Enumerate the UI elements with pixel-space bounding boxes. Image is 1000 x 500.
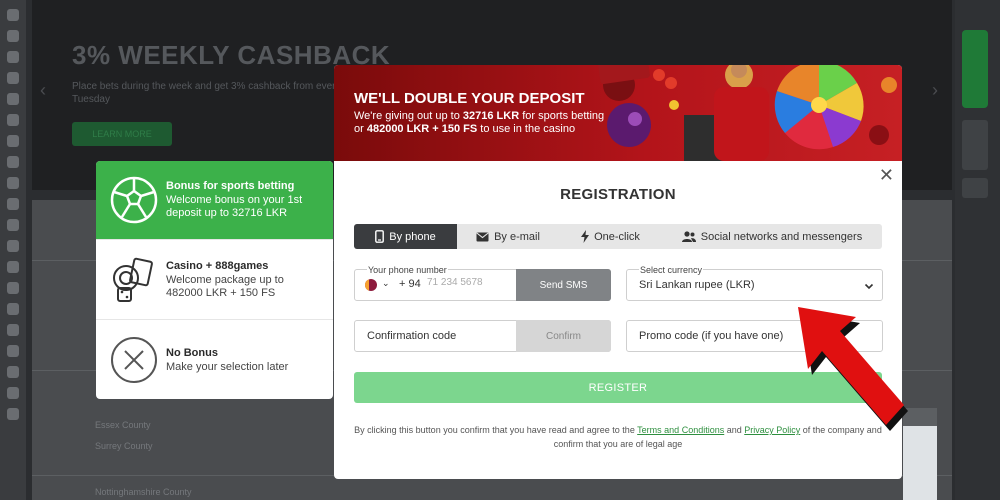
hero-artwork	[598, 65, 897, 161]
tab-label: One-click	[594, 230, 640, 243]
close-icon[interactable]: ✕	[879, 165, 894, 186]
baseball-icon[interactable]	[7, 366, 19, 378]
tab-one-click[interactable]: One-click	[559, 224, 662, 249]
casino-chips-icon	[109, 255, 159, 305]
cricket-icon[interactable]	[7, 219, 19, 231]
bonus-option-sports[interactable]: Bonus for sports betting Welcome bonus o…	[96, 161, 333, 240]
tab-social-networks[interactable]: Social networks and messengers	[662, 224, 882, 249]
volleyball-icon[interactable]	[7, 261, 19, 273]
sri-lanka-flag-icon[interactable]	[365, 279, 377, 291]
tab-label: By e-mail	[494, 230, 540, 243]
no-bonus-icon	[109, 335, 159, 385]
phone-field[interactable]: Your phone number ⌄ + 94 Send SMS	[354, 265, 611, 301]
registration-title: REGISTRATION	[560, 186, 676, 203]
tabletennis-icon[interactable]	[7, 282, 19, 294]
bonus-title: Casino + 888games	[166, 259, 269, 272]
phone-input[interactable]	[427, 277, 515, 288]
basketball-icon[interactable]	[7, 198, 19, 210]
hero-text-part: or	[354, 123, 367, 135]
star-icon[interactable]	[7, 51, 19, 63]
bonus-description: Make your selection later	[166, 360, 289, 373]
tab-label: Social networks and messengers	[700, 230, 863, 243]
bonus-description: Welcome package up to 482000 LKR + 150 F…	[166, 273, 284, 299]
send-sms-button[interactable]: Send SMS	[516, 269, 611, 301]
hero-banner: WE'LL DOUBLE YOUR DEPOSIT We're giving o…	[334, 65, 902, 161]
table-row[interactable]: Surrey County	[95, 441, 153, 451]
tab-label: By phone	[389, 230, 436, 243]
hero-text-part: We're giving out up to	[354, 110, 463, 122]
sports-icon[interactable]	[7, 93, 19, 105]
lightning-icon	[581, 230, 590, 243]
bonus-panel: Bonus for sports betting Welcome bonus o…	[96, 161, 333, 399]
tennis-icon[interactable]	[7, 177, 19, 189]
table-row[interactable]: Essex County	[95, 420, 151, 430]
phone-icon	[375, 230, 385, 243]
confirmation-code-input[interactable]	[367, 330, 507, 342]
chevron-down-icon[interactable]	[864, 278, 874, 296]
bonus-title: Bonus for sports betting	[166, 180, 295, 192]
hero-amount: 32716 LKR	[462, 110, 520, 122]
hockey-icon[interactable]	[7, 240, 19, 252]
confirm-button[interactable]: Confirm	[516, 320, 611, 352]
games-icon[interactable]	[7, 156, 19, 168]
red-arrow-icon	[798, 307, 908, 431]
chevron-down-icon[interactable]: ⌄	[382, 278, 390, 289]
hero-title: WE'LL DOUBLE YOUR DEPOSIT	[354, 90, 585, 107]
hero-text: We're giving out up to 32716 LKR for spo…	[354, 110, 604, 136]
people-icon	[681, 231, 696, 242]
hero-amount: 482000 LKR + 150 FS	[366, 123, 478, 135]
darts-icon[interactable]	[7, 408, 19, 420]
rugby-icon[interactable]	[7, 387, 19, 399]
confirmation-field[interactable]: Confirm	[354, 320, 611, 352]
envelope-icon	[476, 232, 489, 242]
esports-icon[interactable]	[7, 114, 19, 126]
bonus-title: No Bonus	[166, 346, 218, 359]
country-code: + 94	[399, 278, 421, 290]
soccer-ball-icon	[109, 175, 159, 225]
registration-tabs: By phone By e-mail One-click Social netw…	[354, 224, 882, 249]
live-icon[interactable]	[7, 72, 19, 84]
bonus-description: Welcome bonus on your 1st deposit up to …	[166, 194, 303, 219]
bonus-option-casino[interactable]: Casino + 888games Welcome package up to …	[96, 240, 333, 320]
currency-label: Select currency	[639, 265, 704, 275]
banner-subtitle: Place bets during the week and get 3% ca…	[72, 81, 341, 105]
racing-icon[interactable]	[7, 345, 19, 357]
right-rail-tab[interactable]	[962, 120, 988, 170]
menu-icon[interactable]	[7, 9, 19, 21]
hero-text-part: to use in the casino	[477, 123, 576, 135]
terms-middle: and	[724, 425, 745, 435]
home-icon[interactable]	[7, 30, 19, 42]
terms-prefix: By clicking this button you confirm that…	[354, 425, 638, 435]
currency-value: Sri Lankan rupee (LKR)	[639, 279, 755, 291]
tab-by-phone[interactable]: By phone	[354, 224, 457, 249]
right-rail-green-button[interactable]	[962, 30, 988, 108]
left-rail	[0, 0, 26, 500]
right-rail-tab[interactable]	[962, 178, 988, 198]
terms-link[interactable]: Terms and Conditions	[637, 425, 724, 435]
banner-learn-more-button[interactable]: LEARN MORE	[72, 122, 172, 146]
banner-next-icon[interactable]: ›	[932, 80, 938, 101]
bonus-option-none[interactable]: No Bonus Make your selection later	[96, 320, 333, 399]
banner-prev-icon[interactable]: ‹	[40, 80, 46, 101]
phone-label: Your phone number	[367, 265, 448, 275]
tab-by-email[interactable]: By e-mail	[457, 224, 559, 249]
boxing-icon[interactable]	[7, 324, 19, 336]
casino-icon[interactable]	[7, 135, 19, 147]
golf-icon[interactable]	[7, 303, 19, 315]
table-row[interactable]: Nottinghamshire County	[95, 487, 192, 497]
